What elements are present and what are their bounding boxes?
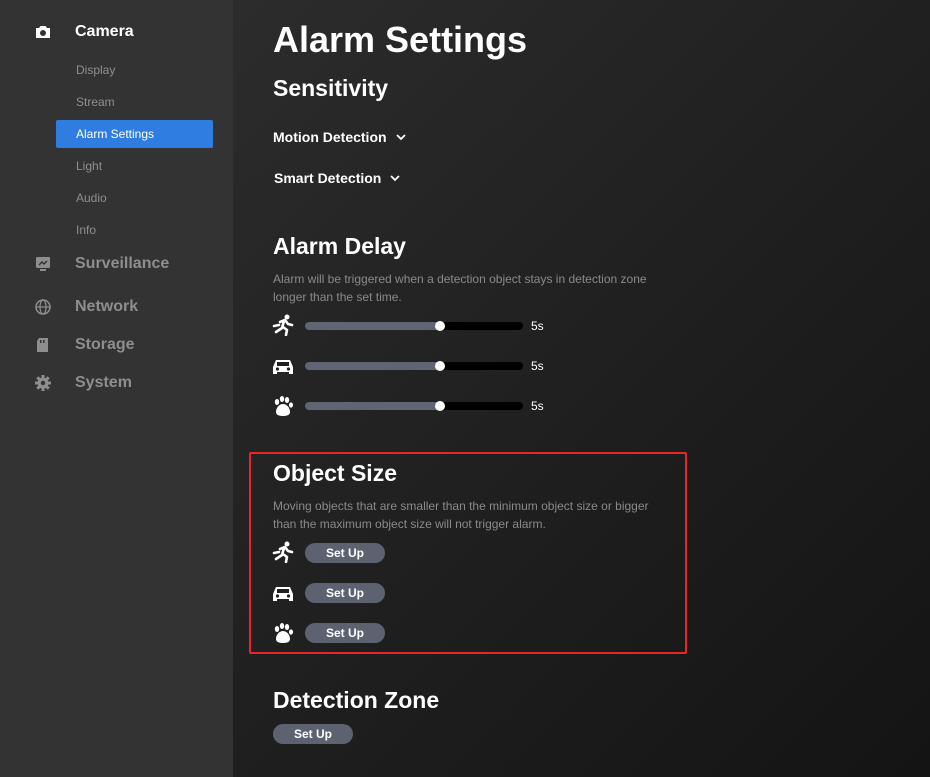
sidebar-item-camera[interactable]: Camera xyxy=(0,14,233,50)
sidebar-item-label: Network xyxy=(75,298,139,315)
motion-detection-dropdown[interactable]: Motion Detection xyxy=(273,127,407,147)
chevron-down-icon xyxy=(395,134,406,141)
alarm-delay-slider-vehicle[interactable] xyxy=(305,361,523,371)
running-person-icon xyxy=(271,541,295,564)
detection-zone-heading: Detection Zone xyxy=(273,687,440,713)
slider-fill xyxy=(305,322,441,330)
sidebar-subitem-audio[interactable]: Audio xyxy=(56,184,213,212)
object-size-description: Moving objects that are smaller than the… xyxy=(273,499,649,531)
object-size-setup-button-person[interactable]: Set Up xyxy=(305,543,385,563)
car-icon xyxy=(271,355,295,377)
sidebar-subitem-display[interactable]: Display xyxy=(56,56,213,84)
alarm-delay-value-vehicle: 5s xyxy=(531,359,544,373)
sidebar-subitem-stream[interactable]: Stream xyxy=(56,88,213,116)
sidebar-item-system[interactable]: System xyxy=(0,365,233,401)
slider-fill xyxy=(305,402,441,410)
sidebar-item-storage[interactable]: Storage xyxy=(0,327,233,363)
slider-fill xyxy=(305,362,441,370)
main-content: Alarm Settings Sensitivity Motion Detect… xyxy=(233,0,930,777)
sd-card-icon xyxy=(33,335,53,355)
globe-icon xyxy=(33,297,53,317)
sidebar-subitem-label: Stream xyxy=(76,95,115,109)
sidebar-item-network[interactable]: Network xyxy=(0,289,233,325)
sidebar-item-label: Camera xyxy=(75,23,134,40)
sidebar-item-label: Storage xyxy=(75,336,135,353)
smart-detection-dropdown[interactable]: Smart Detection xyxy=(274,168,401,188)
sidebar-subitem-light[interactable]: Light xyxy=(56,152,213,180)
sidebar-item-label: Surveillance xyxy=(75,255,170,272)
smart-detection-label: Smart Detection xyxy=(274,170,382,186)
motion-detection-label: Motion Detection xyxy=(273,129,387,145)
car-icon xyxy=(271,582,295,604)
sidebar: Camera Display Stream Alarm Settings Lig… xyxy=(0,0,233,777)
running-person-icon xyxy=(271,314,295,337)
alarm-delay-slider-animal[interactable] xyxy=(305,401,523,411)
object-size-heading: Object Size xyxy=(273,460,397,486)
alarm-delay-heading: Alarm Delay xyxy=(273,233,406,259)
alarm-delay-value-person: 5s xyxy=(531,319,544,333)
sidebar-subitem-info[interactable]: Info xyxy=(56,216,213,244)
alarm-delay-description: Alarm will be triggered when a detection… xyxy=(273,272,647,304)
object-size-setup-button-animal[interactable]: Set Up xyxy=(305,623,385,643)
gear-icon xyxy=(33,373,53,393)
chevron-down-icon xyxy=(390,175,400,182)
camera-icon xyxy=(33,22,53,42)
detection-zone-setup-button[interactable]: Set Up xyxy=(273,724,353,744)
paw-icon xyxy=(271,395,295,417)
sidebar-subitem-label: Info xyxy=(76,223,97,237)
sidebar-subitem-alarm-settings[interactable]: Alarm Settings xyxy=(56,120,213,148)
sidebar-subitem-label: Light xyxy=(76,159,103,173)
sidebar-item-label: System xyxy=(75,374,132,391)
alarm-delay-slider-person[interactable] xyxy=(305,321,523,331)
sidebar-subitem-label: Display xyxy=(76,63,116,77)
page-title: Alarm Settings xyxy=(273,19,528,60)
sidebar-subitem-label: Alarm Settings xyxy=(76,127,155,141)
monitor-icon xyxy=(33,254,53,274)
object-size-setup-button-vehicle[interactable]: Set Up xyxy=(305,583,385,603)
sensitivity-heading: Sensitivity xyxy=(273,75,389,101)
sidebar-subitem-label: Audio xyxy=(76,191,107,205)
sidebar-item-surveillance[interactable]: Surveillance xyxy=(0,246,233,282)
alarm-delay-value-animal: 5s xyxy=(531,399,544,413)
paw-icon xyxy=(271,622,295,644)
